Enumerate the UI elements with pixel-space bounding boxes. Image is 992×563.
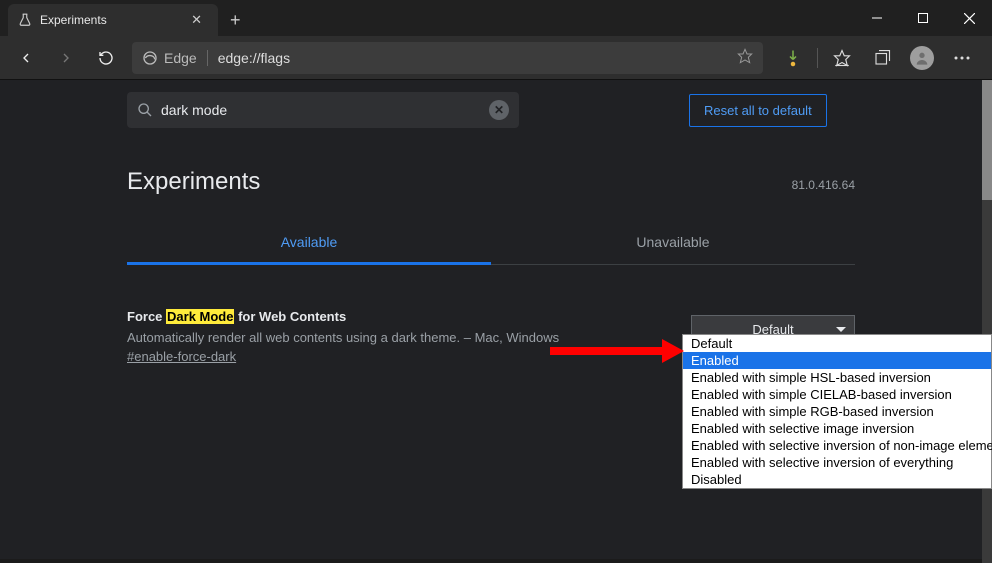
toolbar-separator bbox=[817, 48, 818, 68]
clear-search-button[interactable]: ✕ bbox=[489, 100, 509, 120]
collections-icon[interactable] bbox=[866, 42, 898, 74]
address-bar[interactable]: Edge edge://flags bbox=[132, 42, 763, 74]
tab-available[interactable]: Available bbox=[127, 222, 491, 265]
flag-select-dropdown[interactable]: DefaultEnabledEnabled with simple HSL-ba… bbox=[682, 334, 992, 489]
dropdown-item[interactable]: Enabled bbox=[683, 352, 991, 369]
more-menu-button[interactable] bbox=[946, 42, 978, 74]
avatar-icon bbox=[910, 46, 934, 70]
vertical-scrollbar[interactable] bbox=[982, 80, 992, 563]
window-controls bbox=[854, 0, 992, 36]
dropdown-item[interactable]: Enabled with selective image inversion bbox=[683, 420, 991, 437]
annotation-arrow bbox=[550, 347, 666, 355]
version-text: 81.0.416.64 bbox=[792, 178, 855, 192]
dropdown-item[interactable]: Enabled with selective inversion of ever… bbox=[683, 454, 991, 471]
profile-button[interactable] bbox=[906, 42, 938, 74]
download-manager-icon[interactable] bbox=[777, 42, 809, 74]
flag-description: Automatically render all web contents us… bbox=[127, 330, 647, 345]
favorites-icon[interactable] bbox=[826, 42, 858, 74]
page-heading: Experiments bbox=[127, 168, 260, 196]
flag-title-highlight: Dark Mode bbox=[166, 309, 234, 324]
edge-label: Edge bbox=[164, 50, 197, 66]
minimize-button[interactable] bbox=[854, 0, 900, 36]
browser-toolbar: Edge edge://flags bbox=[0, 36, 992, 80]
edge-icon bbox=[142, 50, 158, 66]
tab-title: Experiments bbox=[40, 13, 185, 27]
reset-all-button[interactable]: Reset all to default bbox=[689, 94, 827, 127]
flag-anchor-link[interactable]: #enable-force-dark bbox=[127, 349, 236, 364]
close-window-button[interactable] bbox=[946, 0, 992, 36]
new-tab-button[interactable]: + bbox=[218, 4, 253, 36]
scrollbar-thumb[interactable] bbox=[982, 80, 992, 200]
dropdown-item[interactable]: Default bbox=[683, 335, 991, 352]
browser-tab[interactable]: Experiments ✕ bbox=[8, 4, 218, 36]
flags-search-input[interactable] bbox=[161, 102, 489, 118]
flask-icon bbox=[18, 13, 32, 27]
dropdown-item[interactable]: Disabled bbox=[683, 471, 991, 488]
flags-search-box[interactable]: ✕ bbox=[127, 92, 519, 128]
favorite-star-icon[interactable] bbox=[737, 48, 753, 67]
edge-badge: Edge bbox=[142, 50, 208, 66]
dropdown-item[interactable]: Enabled with simple HSL-based inversion bbox=[683, 369, 991, 386]
url-text: edge://flags bbox=[218, 50, 290, 66]
dropdown-item[interactable]: Enabled with simple CIELAB-based inversi… bbox=[683, 386, 991, 403]
title-bar: Experiments ✕ + bbox=[0, 0, 992, 36]
back-button[interactable] bbox=[6, 38, 46, 78]
search-icon bbox=[137, 102, 153, 118]
dropdown-item[interactable]: Enabled with selective inversion of non-… bbox=[683, 437, 991, 454]
dropdown-item[interactable]: Enabled with simple RGB-based inversion bbox=[683, 403, 991, 420]
forward-button[interactable] bbox=[46, 38, 86, 78]
tab-close-button[interactable]: ✕ bbox=[185, 11, 208, 29]
tab-unavailable[interactable]: Unavailable bbox=[491, 222, 855, 265]
flag-title-post: for Web Contents bbox=[234, 309, 346, 324]
maximize-button[interactable] bbox=[900, 0, 946, 36]
flag-title-pre: Force bbox=[127, 309, 166, 324]
tabs-bar: Available Unavailable bbox=[127, 222, 855, 265]
refresh-button[interactable] bbox=[86, 38, 126, 78]
